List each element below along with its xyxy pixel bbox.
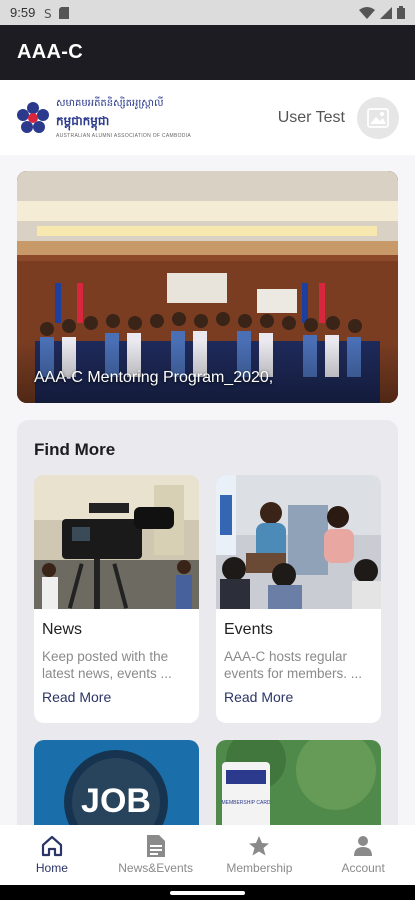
status-bar: 9:59 S <box>0 0 415 25</box>
sync-icon: S <box>44 7 52 19</box>
news-title: News <box>42 621 83 638</box>
membership-image: MEMBERSHIP CARD <box>216 740 381 825</box>
user-name[interactable]: User Test <box>278 109 345 127</box>
app-bar: AAA-C <box>0 25 415 80</box>
logo-khmer-line-2: កម្ពុជាកម្ពុជា <box>56 114 110 128</box>
job-badge-text: JOB <box>81 782 151 820</box>
status-time: 9:59 <box>10 5 36 20</box>
svg-text:S: S <box>44 7 52 19</box>
person-icon <box>354 836 373 856</box>
logo-khmer-line-1: សមាគមអតីតនិស្សិតអូស្ត្រាលី <box>56 98 164 109</box>
events-card[interactable]: Events AAA-C hosts regular events for me… <box>216 475 381 723</box>
events-title: Events <box>224 621 273 638</box>
battery-icon <box>397 6 405 19</box>
header: សមាគមអតីតនិស្សិតអូស្ត្រាលី កម្ពុជាកម្ពុជ… <box>0 80 415 155</box>
events-description: AAA-C hosts regular events for members. … <box>224 649 363 681</box>
sd-card-icon <box>59 6 70 19</box>
nav-membership[interactable]: Membership <box>208 825 312 885</box>
find-more-title: Find More <box>34 440 116 459</box>
jobs-image: JOB <box>34 740 199 825</box>
avatar[interactable] <box>357 96 399 139</box>
events-image <box>216 475 381 609</box>
image-placeholder-icon <box>367 107 389 128</box>
home-icon <box>41 835 62 857</box>
membership-card-text: MEMBERSHIP CARD <box>221 800 270 806</box>
flower-logo-icon <box>17 101 49 133</box>
aaac-logo: សមាគមអតីតនិស្សិតអូស្ត្រាលី កម្ពុជាកម្ពុជ… <box>16 96 191 139</box>
nav-news-events-label: News&Events <box>118 861 193 875</box>
system-navigation-bar <box>0 885 415 900</box>
home-content[interactable]: AAA-C Mentoring Program_2020, Find More <box>0 155 415 825</box>
hero-caption: AAA-C Mentoring Program_2020, <box>34 369 274 386</box>
nav-account-label: Account <box>341 861 385 875</box>
jobs-card[interactable]: JOB <box>34 740 199 825</box>
hero-banner[interactable]: AAA-C Mentoring Program_2020, <box>17 171 398 403</box>
find-more-section: Find More News Keep posted with the late… <box>17 420 398 825</box>
nav-home[interactable]: Home <box>0 825 104 885</box>
document-icon <box>146 835 165 857</box>
events-read-more-link[interactable]: Read More <box>224 689 293 705</box>
bottom-navigation: Home News&Events Membership Account <box>0 825 415 885</box>
nav-membership-label: Membership <box>226 861 293 875</box>
news-description: Keep posted with the latest news, events… <box>42 649 172 681</box>
news-card[interactable]: News Keep posted with the latest news, e… <box>34 475 199 723</box>
user-profile[interactable]: User Test <box>278 96 399 139</box>
home-gesture-handle[interactable] <box>170 891 245 895</box>
signal-icon <box>380 6 392 19</box>
nav-news-events[interactable]: News&Events <box>104 825 208 885</box>
news-image <box>34 475 199 609</box>
wifi-icon <box>359 6 375 19</box>
logo-english-line: AUSTRALIAN ALUMNI ASSOCIATION OF CAMBODI… <box>56 133 192 139</box>
nav-home-label: Home <box>35 861 68 875</box>
star-icon <box>249 836 270 856</box>
news-read-more-link[interactable]: Read More <box>42 689 111 705</box>
nav-account[interactable]: Account <box>311 825 415 885</box>
membership-card[interactable]: MEMBERSHIP CARD <box>216 740 381 825</box>
app-title: AAA-C <box>17 41 83 63</box>
